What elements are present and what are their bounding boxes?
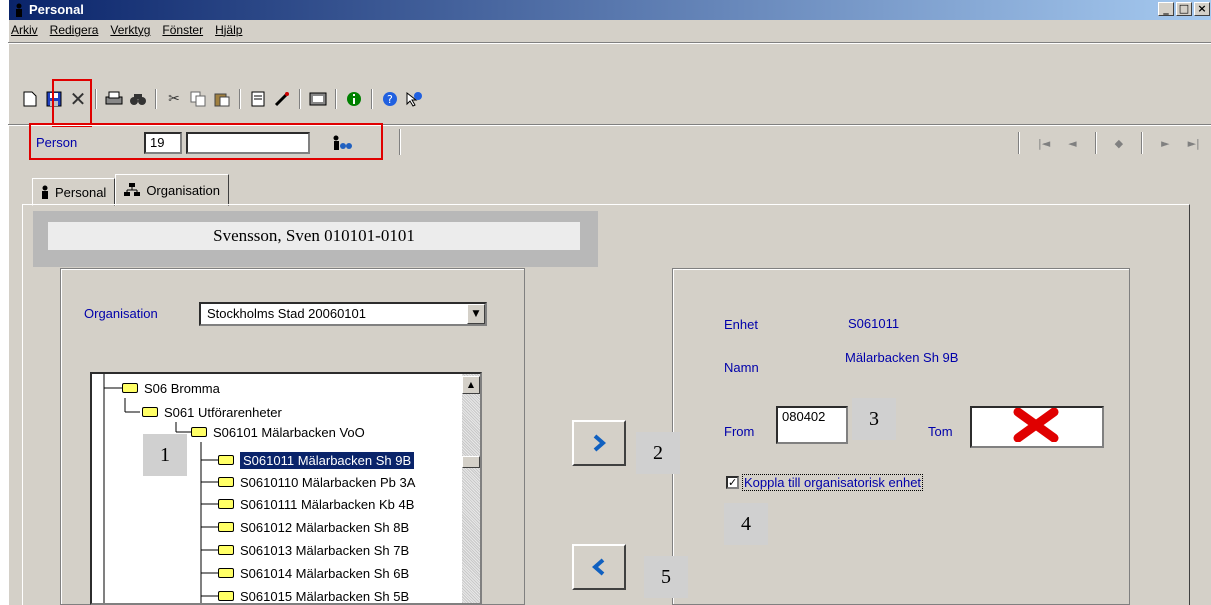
tree-node[interactable]: S06101 Mälarbacken VoO — [191, 422, 365, 442]
koppla-label[interactable]: Koppla till organisatorisk enhet — [742, 474, 924, 491]
help-icon[interactable]: ? — [380, 89, 400, 109]
chevron-left-icon — [592, 558, 605, 576]
enhet-value: S061011 — [848, 316, 900, 331]
menu-hjalp[interactable]: Hjälp — [215, 20, 242, 40]
namn-value: Mälarbacken Sh 9B — [845, 350, 959, 365]
tree-node[interactable]: S0610111 Mälarbacken Kb 4B — [218, 494, 414, 514]
whats-this-icon[interactable] — [404, 89, 424, 109]
menu-fonster[interactable]: Fönster — [162, 20, 203, 40]
org-select-value: Stockholms Stad 20060101 — [207, 306, 366, 321]
prev-record-button[interactable]: ◄ — [1068, 137, 1076, 150]
callout-1: 1 — [143, 434, 187, 476]
tree-node[interactable]: S06 Bromma — [122, 378, 220, 398]
tree-node-selected[interactable]: S061011 Mälarbacken Sh 9B — [218, 450, 415, 470]
callout-3: 3 — [852, 398, 896, 440]
menu-verktyg[interactable]: Verktyg — [110, 20, 150, 40]
person-search-icon — [333, 135, 352, 150]
tree-node[interactable]: S061013 Mälarbacken Sh 7B — [218, 540, 409, 560]
tree-node[interactable]: S061014 Mälarbacken Sh 6B — [218, 563, 409, 583]
person-icon — [42, 185, 48, 199]
save-highlight — [52, 79, 92, 127]
title-bar: Personal _ □ × — [9, 0, 1211, 20]
menu-arkiv[interactable]: Arkiv — [11, 20, 38, 40]
tree-node[interactable]: S061012 Mälarbacken Sh 8B — [218, 517, 409, 537]
folder-icon — [218, 568, 234, 578]
record-navigation: |◄ ◄ ◆ ► ►| — [1018, 132, 1200, 154]
tab-personal-label: Personal — [55, 184, 107, 200]
red-cross-icon — [1013, 408, 1059, 442]
copy-icon[interactable] — [188, 89, 208, 109]
tree-node[interactable]: S061015 Mälarbacken Sh 5B — [218, 586, 409, 603]
next-record-button[interactable]: ► — [1161, 137, 1169, 150]
callout-4: 4 — [724, 503, 768, 545]
chevron-right-icon — [593, 434, 606, 452]
from-label: From — [724, 424, 755, 439]
cut-icon[interactable]: ✂ — [164, 89, 184, 109]
scroll-thumb[interactable] — [462, 456, 480, 468]
enhet-label: Enhet — [724, 317, 758, 332]
tab-organisation[interactable]: Organisation — [115, 174, 230, 206]
svg-text:?: ? — [387, 93, 393, 106]
tab-personal[interactable]: Personal — [32, 178, 116, 206]
folder-icon — [218, 522, 234, 532]
folder-icon — [218, 591, 234, 601]
from-date-field[interactable]: 080402 — [776, 406, 848, 444]
person-header-name: Svensson, Sven 010101-0101 — [48, 222, 580, 250]
tool-icon[interactable] — [272, 89, 292, 109]
tree-scrollbar[interactable]: ▲ — [462, 374, 480, 603]
disconnect-button[interactable] — [572, 544, 626, 590]
folder-icon — [218, 545, 234, 555]
menu-bar: Arkiv Redigera Verktyg Fönster Hjälp — [9, 20, 1211, 40]
org-select[interactable]: Stockholms Stad 20060101 ▼ — [199, 302, 487, 326]
menu-redigera[interactable]: Redigera — [50, 20, 99, 40]
card-icon[interactable] — [308, 89, 328, 109]
tab-strip: Personal Organisation — [32, 174, 230, 206]
find-icon[interactable] — [128, 89, 148, 109]
folder-icon — [142, 407, 158, 417]
org-chart-icon — [124, 183, 141, 196]
folder-icon — [218, 499, 234, 509]
tree-node[interactable]: S0610110 Mälarbacken Pb 3A — [218, 472, 415, 492]
person-label: Person — [36, 135, 78, 150]
tree-node[interactable]: S061 Utförarenheter — [142, 402, 282, 422]
minimize-button[interactable]: _ — [1158, 2, 1174, 16]
maximize-button[interactable]: □ — [1176, 2, 1192, 16]
person-icon — [16, 3, 22, 17]
namn-label: Namn — [724, 360, 759, 375]
person-search-button[interactable] — [316, 132, 368, 154]
koppla-checkbox[interactable]: ✓ — [726, 476, 739, 489]
connect-button[interactable] — [572, 420, 626, 466]
last-record-button[interactable]: ►| — [1188, 137, 1200, 150]
paste-icon[interactable] — [212, 89, 232, 109]
scroll-up-icon[interactable]: ▲ — [462, 376, 480, 394]
folder-icon — [122, 383, 138, 393]
callout-2: 2 — [636, 432, 680, 474]
window-title: Personal — [29, 2, 84, 17]
callout-5: 5 — [644, 556, 688, 598]
person-id-field[interactable]: 19 — [144, 132, 182, 154]
print-icon[interactable] — [104, 89, 124, 109]
info-icon[interactable] — [344, 89, 364, 109]
folder-icon — [191, 427, 207, 437]
tab-organisation-label: Organisation — [146, 182, 221, 198]
tom-label: Tom — [928, 424, 953, 439]
org-tree: S06 Bromma S061 Utförarenheter S06101 Mä… — [90, 372, 482, 605]
first-record-button[interactable]: |◄ — [1038, 137, 1050, 150]
folder-icon — [218, 477, 234, 487]
new-icon[interactable] — [20, 89, 40, 109]
folder-icon — [218, 455, 234, 465]
current-record-button[interactable]: ◆ — [1115, 137, 1123, 150]
report-icon[interactable] — [248, 89, 268, 109]
org-label: Organisation — [84, 306, 158, 321]
close-button[interactable]: × — [1194, 2, 1210, 16]
person-name-field[interactable] — [186, 132, 310, 154]
dropdown-arrow-icon[interactable]: ▼ — [467, 304, 485, 324]
